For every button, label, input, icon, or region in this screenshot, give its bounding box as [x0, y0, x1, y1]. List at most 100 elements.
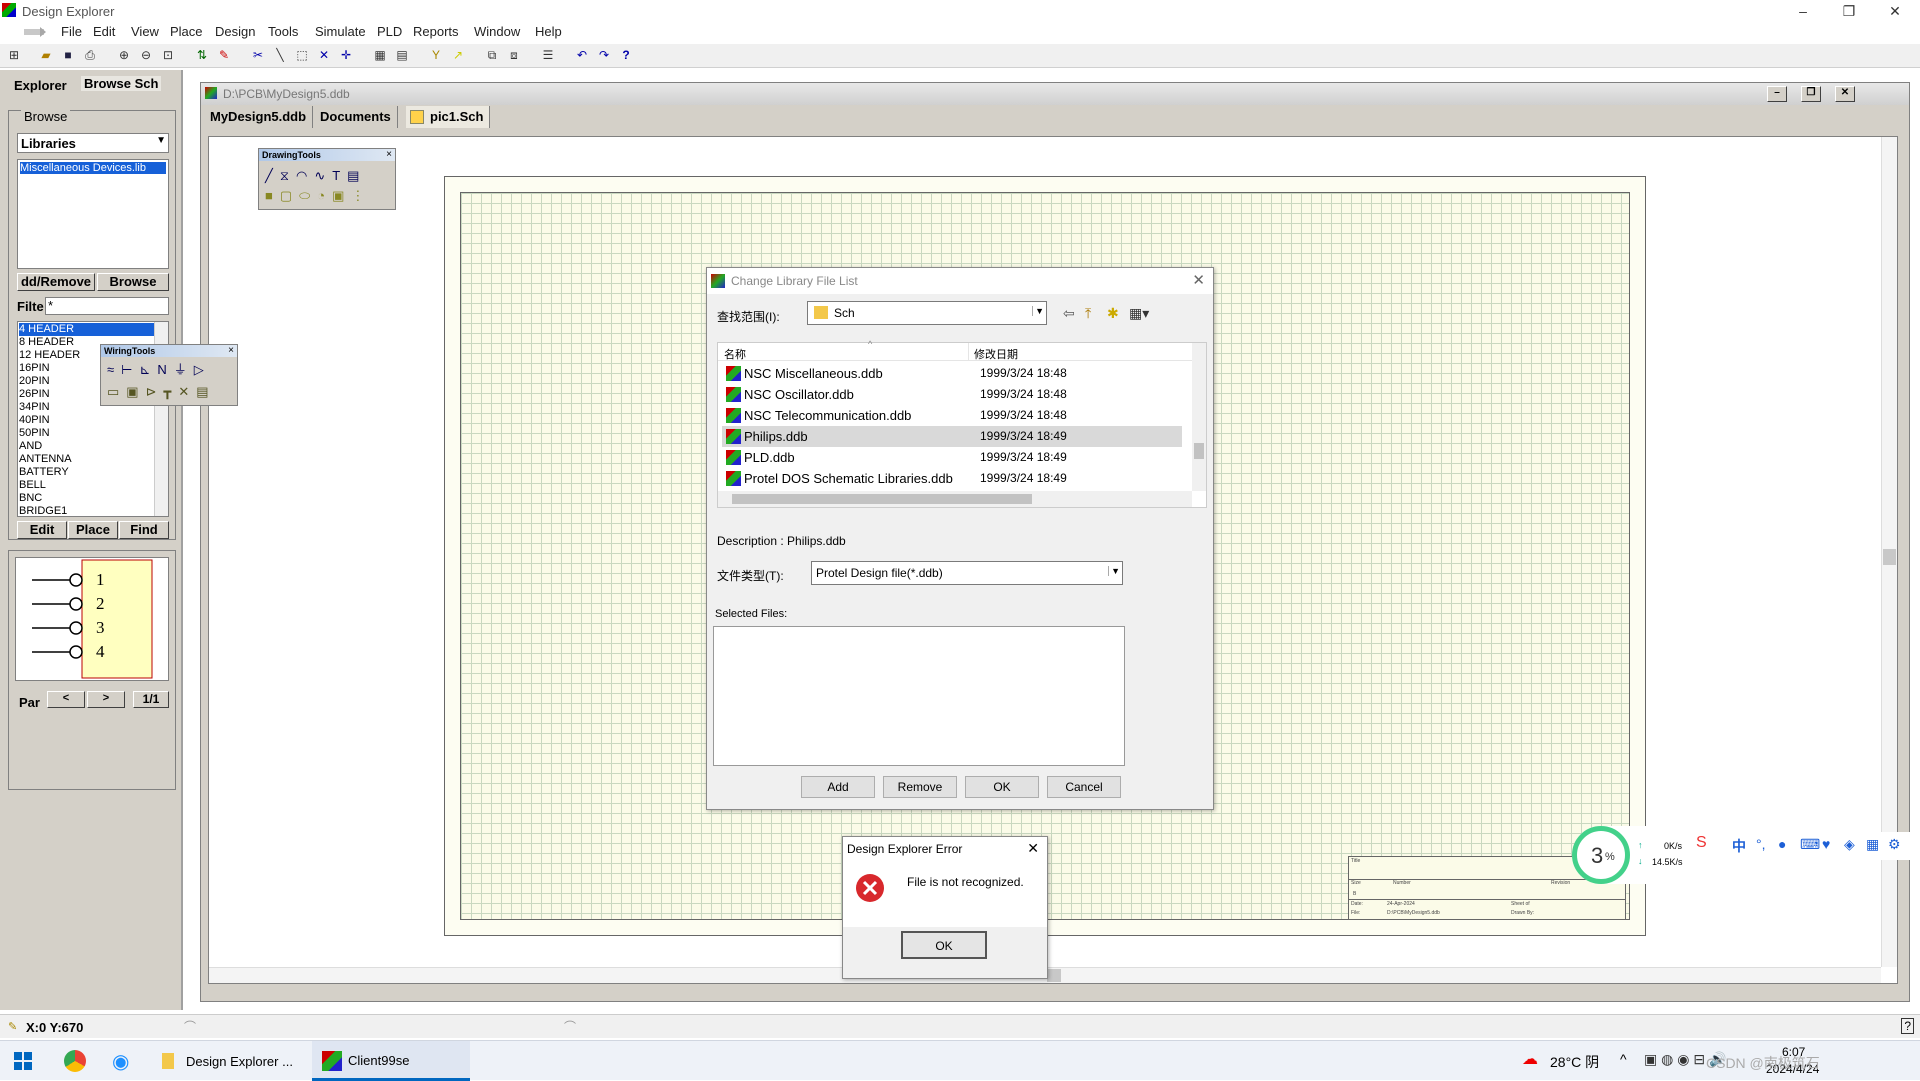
- zoom-in-icon[interactable]: ⊕: [116, 47, 132, 63]
- gear-icon[interactable]: ⚙: [1888, 836, 1901, 853]
- file-row[interactable]: Protel DOS Schematic Libraries.ddb 1999/3…: [722, 468, 1182, 489]
- ime-lang[interactable]: 中: [1732, 836, 1746, 856]
- hierarchy-icon[interactable]: ⧉: [484, 47, 500, 63]
- tab-mydesign5[interactable]: MyDesign5.ddb: [204, 106, 314, 128]
- drawing-tools-title[interactable]: DrawingTools: [259, 149, 395, 161]
- tab-documents[interactable]: Documents: [314, 106, 398, 128]
- drawing-tools-row1[interactable]: ╱⧖◠∿T▤: [265, 167, 366, 185]
- menu-design[interactable]: Design: [215, 24, 255, 39]
- edit-button[interactable]: Edit: [17, 521, 67, 539]
- part-prev-button[interactable]: <: [47, 691, 85, 708]
- selected-files-list[interactable]: [713, 626, 1125, 766]
- updown-icon[interactable]: ⇅: [194, 47, 210, 63]
- image-icon[interactable]: ▣: [332, 188, 351, 203]
- zoom-out-icon[interactable]: ⊖: [138, 47, 154, 63]
- ellipse-icon[interactable]: ⬭: [299, 188, 317, 203]
- textframe-icon[interactable]: ▤: [347, 168, 366, 183]
- pcb-layout-icon[interactable]: ▤: [196, 384, 215, 399]
- tab-pic1-sch[interactable]: pic1.Sch: [406, 106, 491, 128]
- close-icon[interactable]: ×: [386, 149, 392, 161]
- close-icon[interactable]: ✕: [1192, 271, 1205, 289]
- library-icon[interactable]: ▦: [372, 47, 388, 63]
- print-icon[interactable]: ⎙: [82, 47, 98, 63]
- doc-restore-button[interactable]: ❐: [1801, 86, 1821, 102]
- add-remove-button[interactable]: dd/Remove: [17, 273, 95, 291]
- part-next-button[interactable]: >: [87, 691, 125, 708]
- sheet-symbol-icon[interactable]: ▣: [126, 384, 145, 399]
- wiring-tools-title[interactable]: WiringTools: [101, 345, 237, 357]
- file-list-vscroll[interactable]: [1192, 343, 1206, 491]
- wiring-tools-row1[interactable]: ≈⊢⊾N⏚▷: [107, 361, 211, 379]
- filter-input[interactable]: *: [45, 297, 169, 315]
- filetype-select[interactable]: Protel Design file(*.ddb) ▼: [811, 561, 1123, 585]
- windows-start-icon[interactable]: [14, 1052, 32, 1070]
- library-item[interactable]: Miscellaneous Devices.lib: [20, 162, 166, 174]
- arc-icon[interactable]: ◠: [296, 168, 314, 183]
- hierarchy2-icon[interactable]: ⧈: [506, 47, 522, 63]
- menu-window[interactable]: Window: [474, 24, 520, 39]
- bezier-icon[interactable]: ∿: [314, 168, 332, 183]
- add-button[interactable]: Add: [801, 776, 875, 798]
- probe-icon[interactable]: Y: [428, 47, 444, 63]
- place-button[interactable]: Place: [68, 521, 118, 539]
- back-icon[interactable]: ⇦: [1063, 305, 1075, 322]
- network-speed-widget[interactable]: 3 % ↑ 0K/s ↓ 14.5K/s: [1572, 826, 1692, 884]
- drawing-tools-row2[interactable]: ■▢⬭◔▣⋮: [265, 187, 371, 205]
- minimize-button[interactable]: –: [1780, 0, 1826, 22]
- lookin-select[interactable]: Sch ▼: [807, 301, 1047, 325]
- component-item[interactable]: 4 HEADER: [19, 323, 155, 336]
- close-button[interactable]: ✕: [1872, 0, 1918, 22]
- menu-edit[interactable]: Edit: [93, 24, 115, 39]
- save-icon[interactable]: ■: [60, 47, 76, 63]
- grid-icon[interactable]: ▦: [1866, 836, 1879, 853]
- doc-close-button[interactable]: ✕: [1835, 86, 1855, 102]
- taskbar-item-design-explorer[interactable]: Design Explorer ...: [156, 1041, 306, 1081]
- component-item[interactable]: BELL: [19, 479, 155, 492]
- remove-button[interactable]: Remove: [883, 776, 957, 798]
- col-date[interactable]: 修改日期: [974, 346, 1018, 362]
- undo-icon[interactable]: ↶: [574, 47, 590, 63]
- chevron-up-icon[interactable]: ^: [1620, 1051, 1627, 1067]
- system-menu-icon[interactable]: [22, 25, 48, 39]
- doc-minimize-button[interactable]: –: [1767, 86, 1787, 102]
- array-icon[interactable]: ⋮: [351, 188, 371, 203]
- pie-icon[interactable]: ◔: [317, 188, 332, 203]
- file-row[interactable]: NSC Miscellaneous.ddb 1999/3/24 18:48: [722, 363, 1182, 384]
- menu-tools[interactable]: Tools: [268, 24, 298, 39]
- find-button[interactable]: Find: [119, 521, 169, 539]
- component-item[interactable]: 50PIN: [19, 427, 155, 440]
- tab-explorer[interactable]: Explorer: [14, 78, 67, 93]
- tab-browse-sch[interactable]: Browse Sch: [81, 76, 162, 91]
- wire-tool-icon[interactable]: ≈: [107, 362, 121, 377]
- close-icon[interactable]: ✕: [1027, 840, 1039, 857]
- ok-button[interactable]: OK: [965, 776, 1039, 798]
- no-erc-icon[interactable]: ✕: [178, 384, 196, 399]
- rounded-rect-icon[interactable]: ▢: [280, 188, 299, 203]
- weather-icon[interactable]: ☁: [1522, 1049, 1538, 1069]
- component-item[interactable]: 40PIN: [19, 414, 155, 427]
- library2-icon[interactable]: ▤: [394, 47, 410, 63]
- junction-icon[interactable]: ┳: [164, 384, 179, 399]
- wiring-tools-row2[interactable]: ▭▣⊳┳✕▤: [107, 383, 216, 401]
- help-icon[interactable]: ?: [1901, 1018, 1914, 1034]
- keyboard-icon[interactable]: ⌨: [1800, 836, 1820, 853]
- ground-icon[interactable]: ⏚: [174, 362, 194, 377]
- browse-select[interactable]: Libraries ▼: [17, 133, 169, 153]
- line-icon[interactable]: ╱: [265, 168, 280, 183]
- close-icon[interactable]: ×: [228, 345, 234, 357]
- library-list[interactable]: Miscellaneous Devices.lib: [17, 159, 169, 269]
- component-item[interactable]: BNC: [19, 492, 155, 505]
- taskbar-item-client99se[interactable]: Client99se: [312, 1041, 470, 1081]
- rectangle-icon[interactable]: ■: [265, 188, 280, 203]
- menu-view[interactable]: View: [131, 24, 159, 39]
- zoom-fit-icon[interactable]: ⊡: [160, 47, 176, 63]
- component-item[interactable]: ANTENNA: [19, 453, 155, 466]
- file-list-hscroll[interactable]: [718, 491, 1192, 507]
- scroll-thumb[interactable]: [1194, 443, 1204, 459]
- browser-icon[interactable]: ◉: [112, 1049, 129, 1074]
- file-list[interactable]: 名称 ^ 修改日期 NSC Miscellaneous.ddb 1999/3/24…: [717, 339, 1207, 508]
- redo-icon[interactable]: ↷: [596, 47, 612, 63]
- open-icon[interactable]: ▰: [38, 47, 54, 63]
- chrome-icon[interactable]: [64, 1050, 86, 1072]
- wire-icon[interactable]: ╲: [272, 47, 288, 63]
